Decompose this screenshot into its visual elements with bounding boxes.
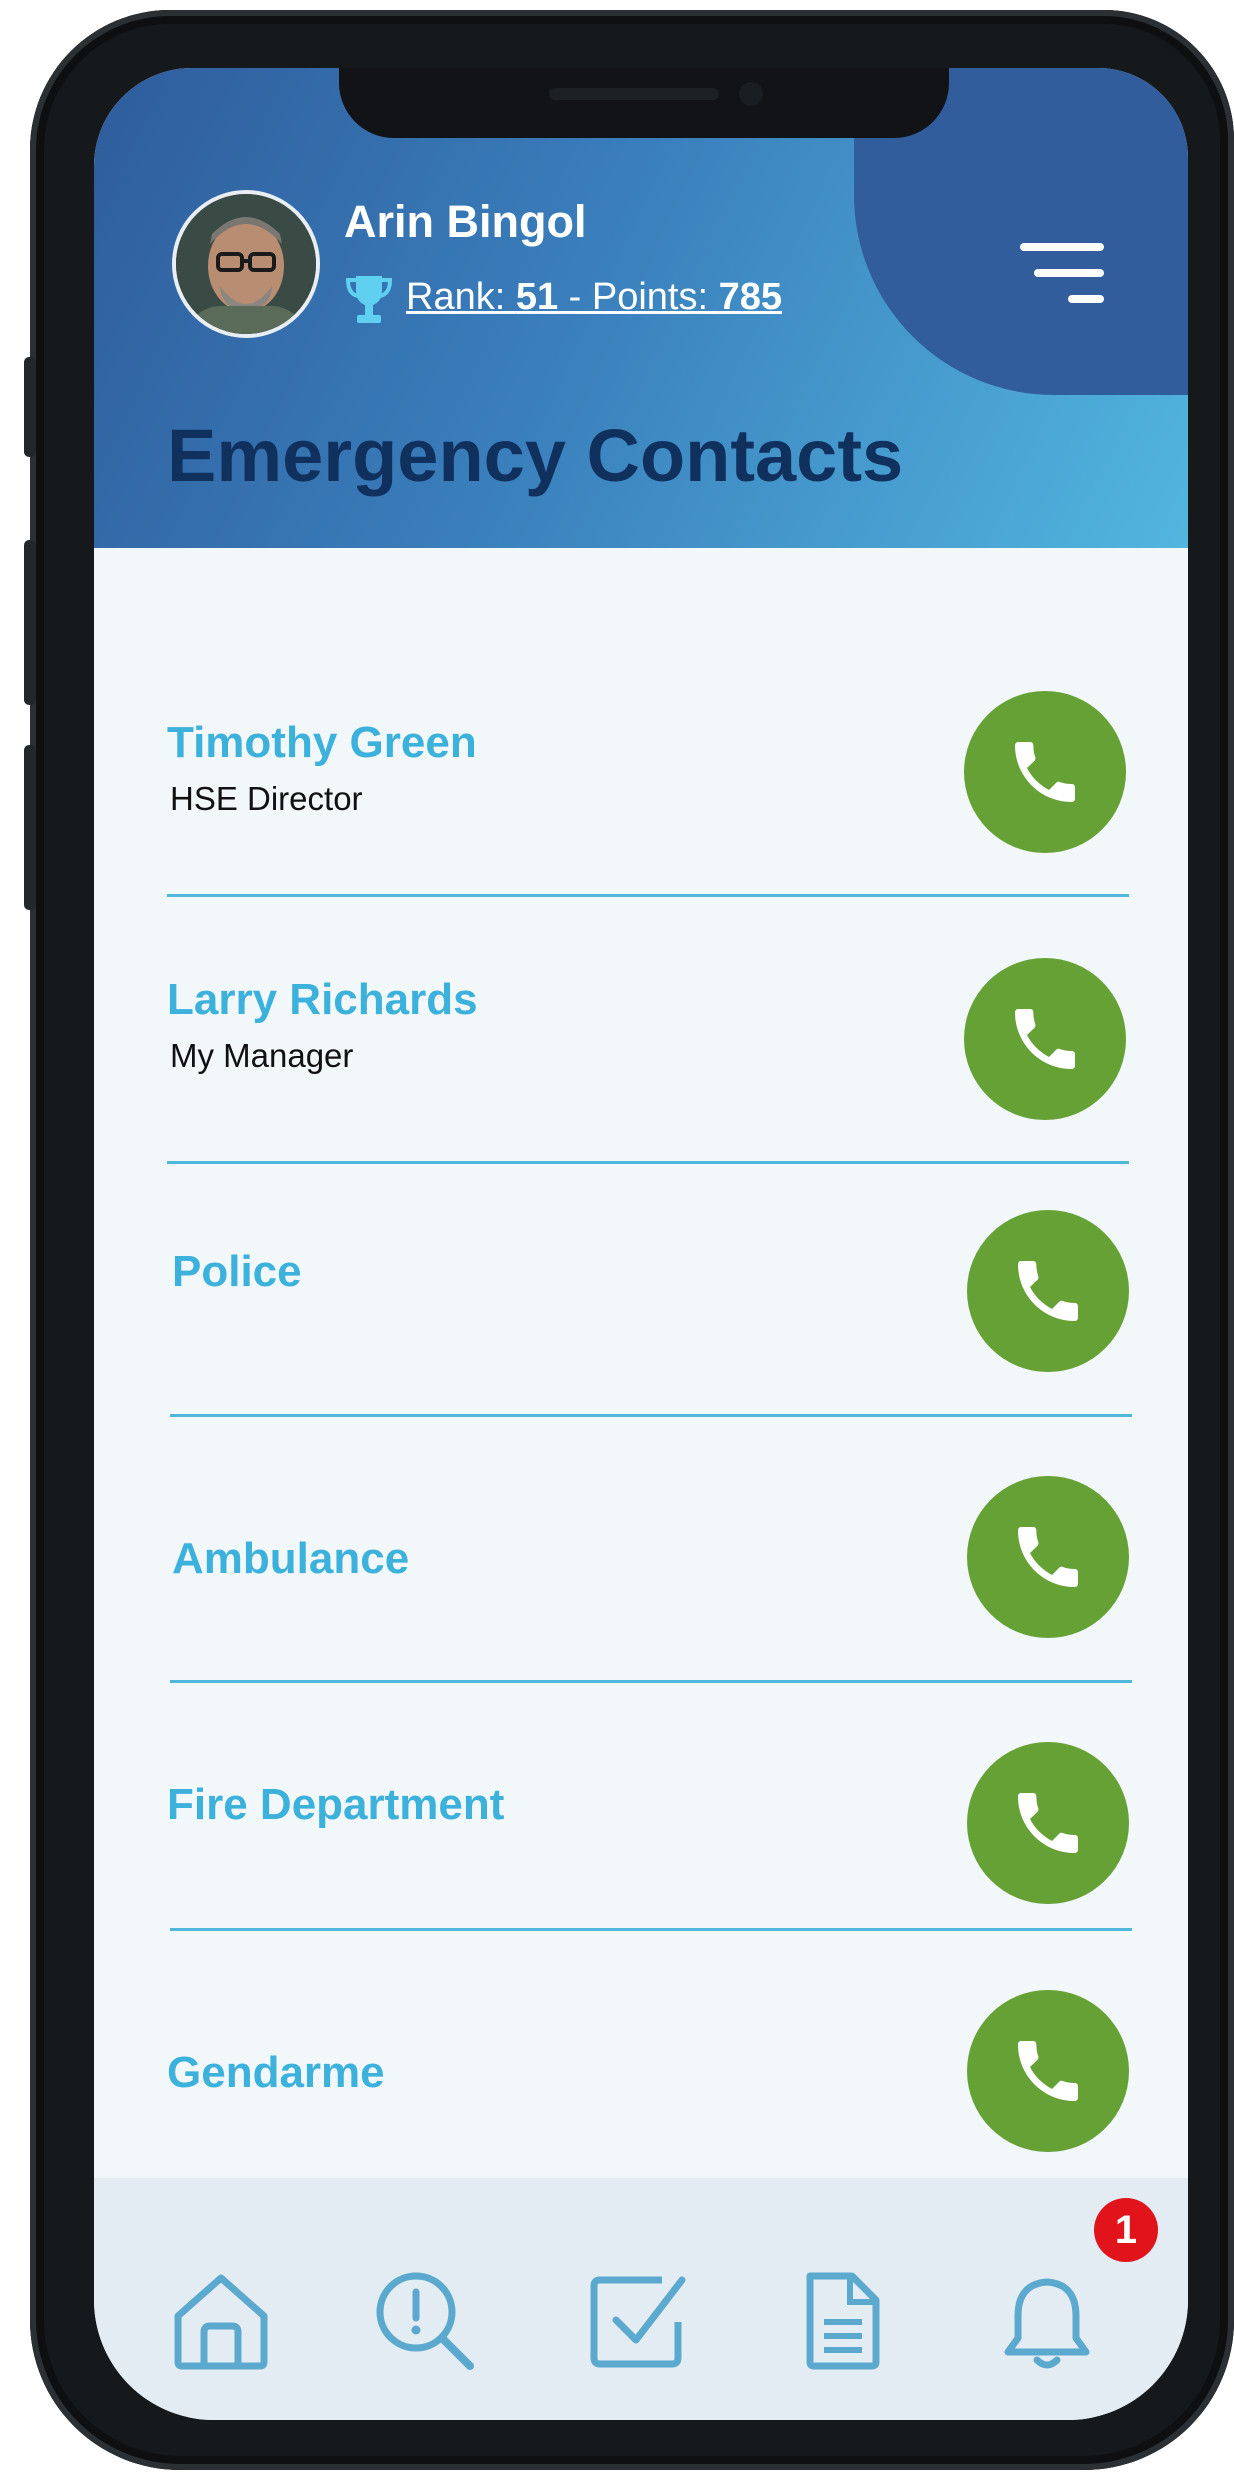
- avatar-photo: [176, 194, 316, 334]
- row-divider: [167, 1161, 1129, 1164]
- volume-up-button: [24, 540, 36, 705]
- contact-name: Larry Richards: [167, 975, 478, 1024]
- call-button[interactable]: [967, 1210, 1129, 1372]
- phone-icon: [1018, 1527, 1078, 1587]
- row-divider: [170, 1414, 1132, 1417]
- call-button[interactable]: [967, 1990, 1129, 2152]
- points-value: 785: [718, 276, 783, 318]
- speaker: [549, 88, 719, 100]
- search-alert-icon[interactable]: [370, 2266, 480, 2376]
- points-prefix: - Points:: [558, 276, 719, 318]
- contact-role: My Manager: [170, 1037, 354, 1074]
- row-divider: [170, 1680, 1132, 1683]
- contact-name: Gendarme: [167, 2048, 385, 2097]
- home-icon[interactable]: [166, 2266, 276, 2376]
- rank-prefix: Rank:: [406, 276, 516, 318]
- call-button[interactable]: [967, 1742, 1129, 1904]
- contact-name: Fire Department: [167, 1780, 505, 1829]
- menu-line-bottom: [1068, 295, 1104, 303]
- user-name: Arin Bingol: [344, 196, 587, 247]
- phone-icon: [1015, 1009, 1075, 1069]
- trophy-icon: [346, 276, 392, 323]
- phone-icon: [1018, 1261, 1078, 1321]
- device-notch: [339, 68, 949, 138]
- header: Arin Bingol Rank: 51 - Points: 785 Emerg…: [94, 68, 1188, 548]
- volume-down-button: [24, 745, 36, 910]
- call-button[interactable]: [964, 958, 1126, 1120]
- bell-icon[interactable]: [992, 2266, 1102, 2376]
- row-divider: [167, 894, 1129, 897]
- rank-value: 51: [515, 276, 559, 318]
- phone-icon: [1018, 2041, 1078, 2101]
- app-screen: Arin Bingol Rank: 51 - Points: 785 Emerg…: [94, 68, 1188, 2420]
- mute-switch: [24, 357, 36, 457]
- call-button[interactable]: [964, 691, 1126, 853]
- avatar[interactable]: [172, 190, 320, 338]
- rank-points-link[interactable]: Rank: 51 - Points: 785: [406, 276, 782, 319]
- phone-icon: [1015, 742, 1075, 802]
- row-divider: [170, 1928, 1132, 1931]
- menu-line-top: [1020, 243, 1104, 251]
- contact-name: Timothy Green: [167, 718, 477, 767]
- menu-button[interactable]: [1014, 243, 1104, 313]
- call-button[interactable]: [967, 1476, 1129, 1638]
- page-title: Emergency Contacts: [167, 414, 904, 497]
- menu-line-middle: [1034, 269, 1104, 277]
- bottom-tab-bar: [94, 2178, 1188, 2420]
- phone-icon: [1018, 1793, 1078, 1853]
- front-camera: [739, 82, 763, 106]
- contact-role: HSE Director: [170, 780, 363, 817]
- notification-badge: 1: [1094, 2198, 1158, 2262]
- contact-name: Police: [172, 1247, 302, 1296]
- contact-name: Ambulance: [172, 1534, 410, 1583]
- document-icon[interactable]: [788, 2266, 898, 2376]
- checkbox-icon[interactable]: [582, 2266, 692, 2376]
